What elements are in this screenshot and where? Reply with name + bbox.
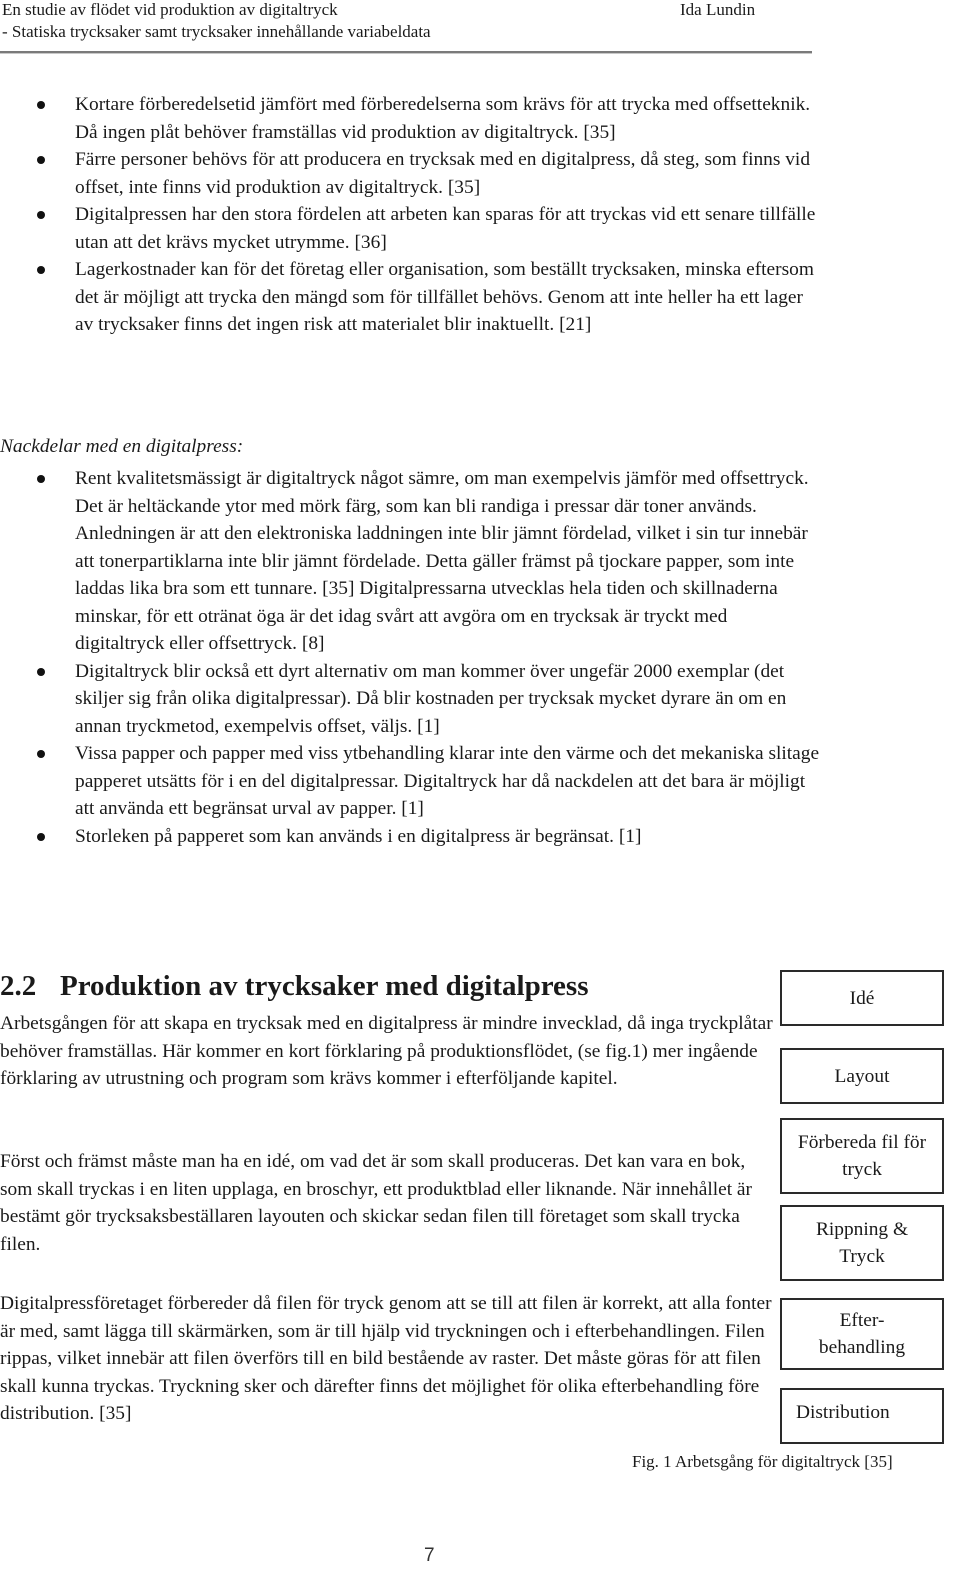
bullet-icon — [37, 266, 45, 274]
paragraph: Digitalpressföretaget förbereder då file… — [0, 1293, 772, 1424]
flow-step-ide: Idé — [780, 970, 944, 1026]
flow-step-distribution: Distribution — [780, 1388, 944, 1444]
bullet-icon — [37, 156, 45, 164]
bullet-icon — [37, 832, 45, 841]
bullet-icon — [37, 101, 45, 109]
list-item: Lagerkostnader kan för det företag eller… — [0, 256, 820, 339]
paragraph: Arbetsgången för att skapa en trycksak m… — [0, 1013, 773, 1089]
bullet-icon — [37, 211, 45, 219]
bullet-icon — [37, 750, 45, 758]
figure-caption: Fig. 1 Arbetsgång för digitaltryck [35] — [632, 1452, 893, 1471]
advantages-list: Kortare förberedelsetid jämfört med förb… — [0, 91, 820, 339]
disadvantages-heading: Nackdelar med en digitalpress: — [0, 436, 244, 457]
document-title: En studie av flödet vid produktion av di… — [2, 0, 338, 19]
page-number: 7 — [424, 1545, 435, 1566]
section-number: 2.2 — [0, 970, 37, 1002]
list-item: Kortare förberedelsetid jämfört med förb… — [0, 91, 820, 146]
disadvantages-list: Rent kvalitetsmässigt är digitaltryck nå… — [0, 465, 820, 850]
list-item: Färre personer behövs för att producera … — [0, 146, 820, 201]
flow-step-prepare-file: Förbereda fil för tryck — [780, 1118, 944, 1194]
list-item: Digitaltryck blir också ett dyrt alterna… — [0, 658, 820, 741]
bullet-icon — [37, 667, 45, 676]
list-item: Digitalpressen har den stora fördelen at… — [0, 201, 820, 256]
header-divider — [0, 51, 812, 54]
document-subtitle: - Statiska trycksaker samt trycksaker in… — [2, 22, 431, 41]
section-title: Produktion av trycksaker med digitalpres… — [60, 970, 589, 1002]
flow-step-post-processing: Efter-behandling — [780, 1298, 944, 1370]
paragraph: Först och främst måste man ha en idé, om… — [0, 1151, 752, 1255]
bullet-icon — [37, 475, 45, 483]
section-heading: 2.2 Produktion av trycksaker med digitalp… — [0, 970, 589, 1003]
flow-step-layout: Layout — [780, 1048, 944, 1104]
list-item: Vissa papper och papper med viss ytbehan… — [0, 740, 820, 823]
author-name: Ida Lundin — [680, 0, 756, 19]
flow-step-ripping-print: Rippning & Tryck — [780, 1205, 944, 1281]
list-item: Rent kvalitetsmässigt är digitaltryck nå… — [0, 465, 820, 658]
list-item: Storleken på papperet som kan används i … — [0, 823, 820, 851]
